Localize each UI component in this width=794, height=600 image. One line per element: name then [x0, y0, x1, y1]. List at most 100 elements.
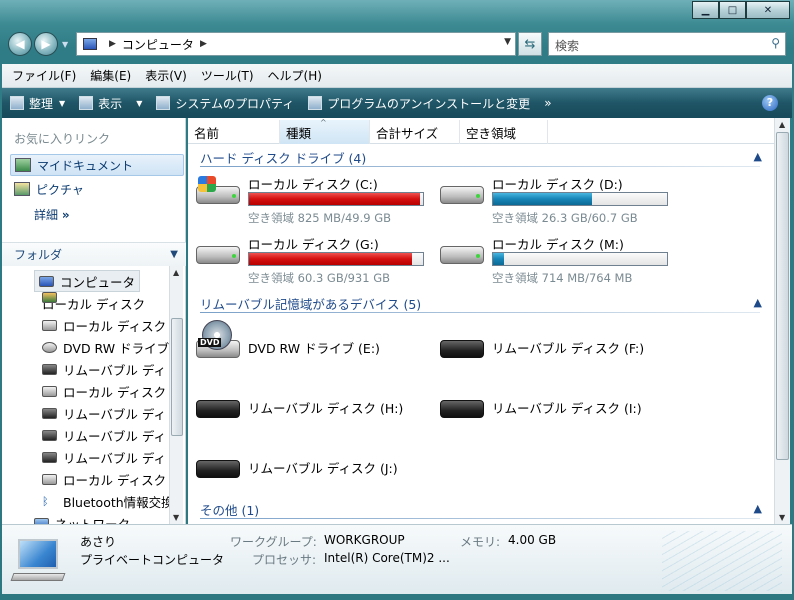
tree-item[interactable]: リムーバブル ディ	[42, 358, 166, 380]
drive-c[interactable]: ローカル ディスク (C:) 空き領域 825 MB/49.9 GB	[196, 170, 436, 228]
menu-edit[interactable]: 編集(E)	[90, 67, 131, 84]
maximize-button[interactable]: □	[719, 1, 746, 19]
drive-name: ローカル ディスク (M:)	[492, 237, 624, 252]
minimize-button[interactable]: ▁	[692, 1, 719, 19]
decorative-swoosh	[662, 531, 782, 591]
removable-drive-icon	[42, 451, 57, 463]
drive-name: リムーバブル ディスク (I:)	[492, 401, 642, 416]
tree-label: Bluetooth情報交換	[63, 494, 172, 510]
group-header-removable[interactable]: リムーバブル記憶域があるデバイス (5)	[200, 294, 760, 313]
removable-drive-icon	[42, 363, 57, 375]
menu-help[interactable]: ヘルプ(H)	[268, 67, 322, 84]
system-properties-button[interactable]: システムのプロパティ	[156, 95, 294, 112]
pictures-icon	[14, 182, 30, 196]
column-total-size[interactable]: 合計サイズ	[370, 120, 460, 144]
forward-arrow-icon: ▶	[41, 37, 51, 51]
scroll-down-icon[interactable]: ▼	[173, 513, 179, 522]
tree-item[interactable]: リムーバブル ディ	[42, 446, 166, 468]
memory-label: メモリ:	[460, 535, 501, 549]
tree-item[interactable]: ローカル ディスク	[42, 314, 166, 336]
more-commands-button[interactable]: »	[544, 96, 551, 110]
menu-tools[interactable]: ツール(T)	[201, 67, 254, 84]
refresh-button[interactable]: ⇆	[518, 32, 542, 56]
more-label: 詳細	[34, 208, 59, 222]
scrollbar-thumb[interactable]	[171, 318, 183, 436]
group-header-other[interactable]: その他 (1)	[200, 500, 760, 519]
tree-item[interactable]: リムーバブル ディ	[42, 424, 166, 446]
group-divider	[200, 518, 760, 519]
removable-drive-icon	[42, 407, 57, 419]
hard-drive-icon	[42, 473, 57, 485]
column-free-space[interactable]: 空き領域	[460, 120, 548, 144]
tree-scrollbar[interactable]: ▲ ▼	[169, 266, 183, 524]
breadcrumb-separator-icon[interactable]: ▶	[200, 39, 207, 49]
scroll-up-icon[interactable]: ▲	[173, 268, 179, 277]
group-divider	[200, 166, 760, 167]
help-icon[interactable]: ?	[762, 95, 778, 111]
drive-d[interactable]: ローカル ディスク (D:) 空き領域 26.3 GB/60.7 GB	[440, 170, 680, 228]
search-icon[interactable]: ⚲	[771, 36, 780, 50]
tree-item-network[interactable]: ネットワーク	[34, 512, 130, 524]
scroll-up-icon[interactable]: ▲	[779, 120, 785, 129]
collapse-up-icon[interactable]: ▲	[754, 150, 762, 163]
search-input[interactable]: 検索 ⚲	[548, 32, 786, 56]
group-label: その他 (1)	[200, 503, 260, 518]
menu-file[interactable]: ファイル(F)	[12, 67, 76, 84]
tree-label: リムーバブル ディ	[63, 406, 166, 422]
drive-j[interactable]: リムーバブル ディスク (J:)	[196, 444, 436, 494]
uninstall-programs-button[interactable]: プログラムのアンインストールと変更	[308, 95, 530, 112]
content-scrollbar[interactable]: ▲ ▼	[774, 118, 790, 524]
collapse-up-icon[interactable]: ▲	[754, 502, 762, 515]
tree-label: ローカル ディスク	[63, 384, 167, 400]
drive-i[interactable]: リムーバブル ディスク (I:)	[440, 384, 680, 434]
content-pane: 名前 種類 ^ 合計サイズ 空き領域 ハード ディスク ドライブ (4) ▲ ロー…	[188, 118, 774, 524]
tree-item[interactable]: ローカル ディスク	[42, 468, 166, 490]
drive-e[interactable]: DVD DVD RW ドライブ (E:)	[196, 320, 436, 374]
dvd-drive-icon	[42, 341, 57, 353]
link-my-documents[interactable]: マイドキュメント	[10, 154, 184, 176]
tree-label: ローカル ディスク	[42, 296, 146, 312]
chevron-down-icon: ▼	[59, 98, 66, 108]
forward-button[interactable]: ▶	[34, 32, 58, 56]
tree-item[interactable]: リムーバブル ディ	[42, 402, 166, 424]
breadcrumb-computer[interactable]: コンピュータ	[122, 36, 194, 53]
view-button[interactable]: 表示 ▼	[79, 95, 142, 112]
free-space-text: 空き領域 60.3 GB/931 GB	[248, 271, 390, 285]
scrollbar-thumb[interactable]	[776, 132, 789, 460]
uninstall-icon	[308, 96, 323, 110]
drive-m[interactable]: ローカル ディスク (M:) 空き領域 714 MB/764 MB	[440, 230, 680, 288]
history-dropdown-icon[interactable]: ▼	[62, 40, 68, 49]
group-header-hdd[interactable]: ハード ディスク ドライブ (4)	[200, 148, 760, 167]
drive-g[interactable]: ローカル ディスク (G:) 空き領域 60.3 GB/931 GB	[196, 230, 436, 288]
tree-item[interactable]: ᛒ Bluetooth情報交換	[42, 490, 172, 512]
address-bar[interactable]: ▶ コンピュータ ▶ ▼	[76, 32, 516, 56]
menu-view[interactable]: 表示(V)	[145, 67, 187, 84]
removable-drive-icon	[196, 452, 242, 482]
free-space-text: 空き領域 26.3 GB/60.7 GB	[492, 211, 638, 225]
scroll-down-icon[interactable]: ▼	[779, 513, 785, 522]
bluetooth-icon: ᛒ	[42, 494, 49, 508]
workgroup-label: ワークグループ:	[230, 535, 317, 549]
column-type[interactable]: 種類 ^	[280, 118, 370, 144]
tree-item[interactable]: ローカル ディスク	[42, 380, 166, 402]
drive-f[interactable]: リムーバブル ディスク (F:)	[440, 324, 680, 374]
drive-name: リムーバブル ディスク (J:)	[248, 461, 398, 476]
folders-label: フォルダ	[14, 248, 63, 262]
link-pictures[interactable]: ピクチャ	[10, 178, 184, 200]
more-links[interactable]: 詳細 »	[34, 206, 70, 223]
collapse-up-icon[interactable]: ▲	[754, 296, 762, 309]
tree-item[interactable]: ローカル ディスク	[42, 292, 145, 314]
drive-name: リムーバブル ディスク (F:)	[492, 341, 645, 356]
documents-icon	[15, 158, 31, 172]
back-button[interactable]: ◀	[8, 32, 32, 56]
address-row: ◀ ▶ ▼ ▶ コンピュータ ▶ ▼ ⇆ 検索 ⚲	[0, 28, 794, 60]
column-name[interactable]: 名前	[188, 120, 280, 144]
close-button[interactable]: ✕	[746, 1, 790, 19]
tree-item-computer[interactable]: コンピュータ	[34, 270, 141, 292]
folders-header[interactable]: フォルダ ▼	[2, 242, 186, 266]
organize-button[interactable]: 整理 ▼	[10, 95, 65, 112]
tree-item[interactable]: DVD RW ドライブ	[42, 336, 169, 358]
address-dropdown-icon[interactable]: ▼	[504, 37, 511, 47]
organize-icon	[10, 96, 24, 110]
drive-h[interactable]: リムーバブル ディスク (H:)	[196, 384, 436, 434]
